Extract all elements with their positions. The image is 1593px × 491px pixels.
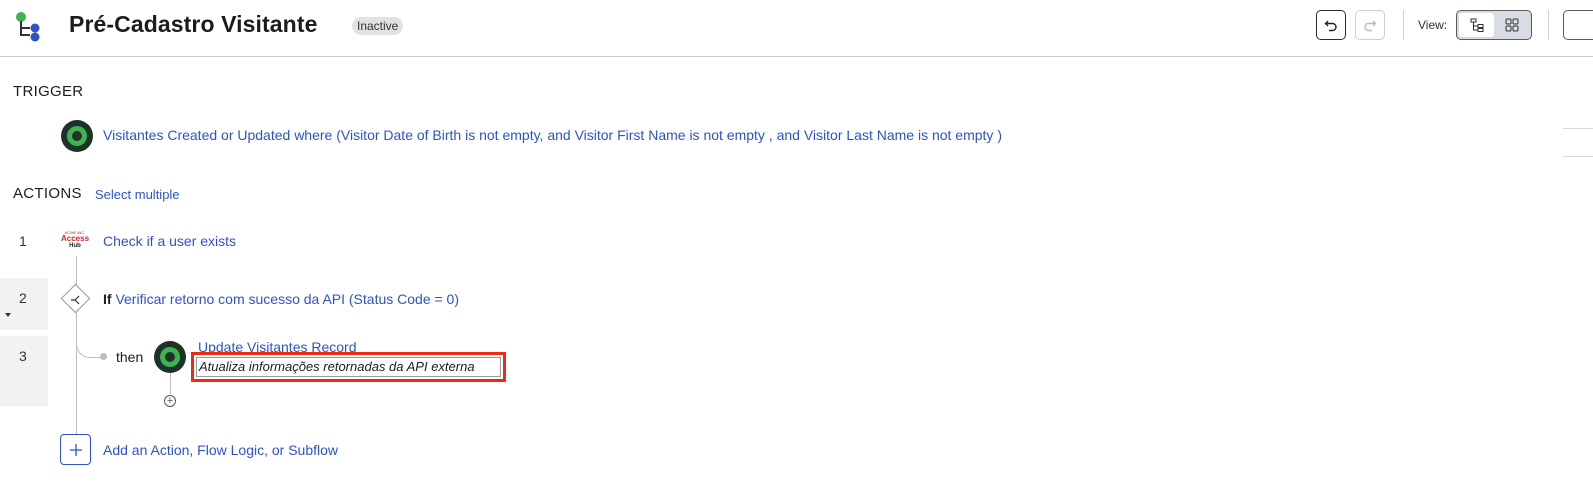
access-hub-logo-bottom: Hub xyxy=(69,243,81,249)
status-badge: Inactive xyxy=(352,17,404,35)
record-circle-icon xyxy=(154,341,186,373)
flow-header: Pré-Cadastro Visitante Inactive View: xyxy=(0,0,1593,57)
if-keyword: If xyxy=(103,291,112,307)
add-action-link[interactable]: Add an Action, Flow Logic, or Subflow xyxy=(103,442,338,458)
step-row-highlight xyxy=(0,336,48,406)
step-2-condition[interactable]: If Verificar retorno com sucesso da API … xyxy=(103,291,459,307)
toolbar-divider xyxy=(1403,10,1404,40)
trigger-condition-link[interactable]: Visitantes Created or Updated where (Vis… xyxy=(103,127,1002,143)
app-logo-icon xyxy=(16,12,40,42)
record-circle-icon xyxy=(61,120,93,152)
collapse-caret-icon[interactable] xyxy=(5,313,11,317)
step-number: 2 xyxy=(19,290,27,306)
side-panel-edge xyxy=(1563,156,1593,157)
access-hub-logo-icon: ACME INC. Access Hub xyxy=(61,230,89,252)
page-title: Pré-Cadastro Visitante xyxy=(69,11,318,37)
side-panel-edge xyxy=(1563,128,1593,129)
tree-view-icon xyxy=(1470,18,1483,32)
actions-section-title: ACTIONS xyxy=(13,185,82,202)
connector-line xyxy=(76,256,77,286)
access-hub-logo-top: Access xyxy=(61,234,90,243)
connector-line xyxy=(170,372,171,394)
diagram-view-icon xyxy=(1505,18,1518,32)
step-number: 3 xyxy=(19,348,27,364)
select-multiple-link[interactable]: Select multiple xyxy=(95,187,180,202)
truncated-toolbar-button[interactable] xyxy=(1563,10,1593,40)
undo-icon xyxy=(1324,20,1337,32)
trigger-section-title: TRIGGER xyxy=(13,83,84,100)
redo-button[interactable] xyxy=(1355,10,1385,40)
step-description-text: Atualiza informações retornadas da API e… xyxy=(199,359,475,374)
then-branch-dot xyxy=(100,353,107,360)
view-label: View: xyxy=(1418,18,1448,32)
then-label: then xyxy=(116,349,144,365)
step-1-action-link[interactable]: Check if a user exists xyxy=(103,233,236,249)
branch-icon xyxy=(71,295,80,305)
view-toggle[interactable] xyxy=(1456,10,1532,40)
toolbar-divider xyxy=(1548,10,1549,40)
diagram-view-option[interactable] xyxy=(1494,13,1529,37)
step-number: 1 xyxy=(19,233,27,249)
undo-button[interactable] xyxy=(1316,10,1346,40)
add-action-button[interactable] xyxy=(60,434,91,465)
tree-view-option[interactable] xyxy=(1459,13,1494,37)
then-branch-connector xyxy=(76,322,103,358)
redo-icon xyxy=(1364,20,1377,32)
step-2-condition-link[interactable]: Verificar retorno com sucesso da API (St… xyxy=(115,291,459,307)
add-branch-step-icon[interactable]: + xyxy=(164,395,176,407)
plus-icon xyxy=(69,443,82,456)
